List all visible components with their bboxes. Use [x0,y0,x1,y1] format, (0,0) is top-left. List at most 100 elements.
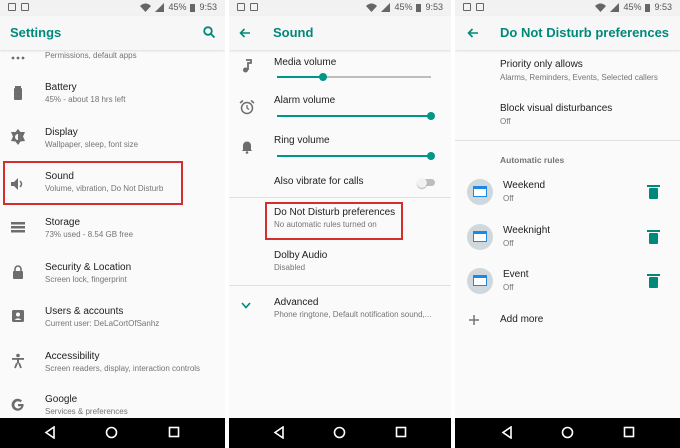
back-nav-icon[interactable] [273,426,285,439]
block-subtitle: Off [500,117,511,126]
status-bar: 45% 9:53 [229,0,451,16]
add-more-label: Add more [500,314,544,325]
settings-item-subtitle: Screen readers, display, interaction con… [45,364,201,373]
priority-subtitle: Alarms, Reminders, Events, Selected call… [500,73,658,82]
app-bar: Sound [229,16,451,50]
media-volume-fill [277,76,323,78]
delete-icon[interactable] [647,274,660,288]
chevron-down-icon [241,302,251,309]
settings-item-users[interactable]: Users & accounts Current user: DeLaCortO… [0,302,225,338]
list-item-partial[interactable]: Permissions, default apps [0,50,225,64]
plus-icon [469,315,479,325]
notification-icon [8,3,16,11]
clock: 9:53 [199,2,217,12]
ring-volume-slider[interactable] [427,152,435,160]
signal-icon [155,2,165,12]
ring-volume-label: Ring volume [274,135,330,146]
alarm-volume-fill [277,115,431,117]
settings-item-subtitle: 45% - about 18 hrs left [45,95,126,104]
rule-item-weeknight[interactable]: Weeknight Off [455,221,680,255]
app-bar: Settings [0,16,225,50]
delete-icon[interactable] [647,185,660,199]
advanced-title: Advanced [274,297,319,308]
clock: 9:53 [654,2,672,12]
settings-item-title: Users & accounts [45,306,124,317]
divider [229,285,451,286]
settings-item-title: Accessibility [45,351,100,362]
priority-only-item[interactable]: Priority only allows Alarms, Reminders, … [455,56,680,90]
vibrate-row[interactable]: Also vibrate for calls [229,172,451,194]
status-bar: 45% 9:53 [455,0,680,16]
battery-percent: 45% [623,2,642,12]
dolby-audio-item[interactable]: Dolby Audio Disabled [229,246,451,280]
delete-icon[interactable] [647,230,660,244]
media-volume-row: Media volume [229,56,451,86]
clock: 9:53 [425,2,443,12]
back-arrow-icon[interactable] [467,28,479,38]
home-nav-icon[interactable] [561,426,574,439]
back-nav-icon[interactable] [501,426,513,439]
settings-item-subtitle: 73% used - 8.54 GB free [45,230,134,239]
vibrate-toggle[interactable] [417,177,427,188]
battery-percent: 45% [168,2,187,12]
dnd-screen: 45% 9:53 Do Not Disturb preferences Prio… [455,0,680,448]
battery-percent: 45% [394,2,413,12]
priority-title: Priority only allows [500,59,583,70]
account-icon [10,308,26,324]
settings-item-security[interactable]: Security & Location Screen lock, fingerp… [0,258,225,294]
rule-item-event[interactable]: Event Off [455,265,680,299]
settings-item-storage[interactable]: Storage 73% used - 8.54 GB free [0,213,225,249]
recents-nav-icon[interactable] [623,426,635,438]
signal-icon [610,2,620,12]
media-volume-label: Media volume [274,57,337,68]
bell-icon [239,138,255,154]
page-title: Do Not Disturb preferences [500,25,670,40]
notification-icon [237,3,245,11]
rules-header: Automatic rules [500,155,565,165]
search-icon[interactable] [203,26,215,38]
block-title: Block visual disturbances [500,103,613,114]
app-bar: Do Not Disturb preferences [455,16,680,50]
google-icon [10,397,26,413]
status-bar: 45% 9:53 [0,0,225,16]
alarm-volume-slider[interactable] [427,112,435,120]
settings-item-title: Security & Location [45,262,132,273]
wifi-icon [366,3,378,12]
settings-item-subtitle: Services & preferences [45,407,128,416]
alarm-volume-label: Alarm volume [274,95,336,106]
vibrate-label: Also vibrate for calls [274,176,364,187]
dolby-subtitle: Disabled [274,263,306,272]
rule-name: Weekend [503,180,546,191]
back-nav-icon[interactable] [44,426,56,439]
battery-status-icon [190,3,196,12]
sound-screen: 45% 9:53 Sound Media volume Alarm volume [229,0,451,448]
brightness-icon [10,129,26,145]
signal-icon [381,2,391,12]
add-more-button[interactable]: Add more [455,310,680,332]
recents-nav-icon[interactable] [395,426,407,438]
notification-icon [476,3,484,11]
settings-item-title: Display [45,127,78,138]
rule-item-weekend[interactable]: Weekend Off [455,176,680,210]
alarm-volume-row: Alarm volume [229,94,451,124]
settings-item-accessibility[interactable]: Accessibility Screen readers, display, i… [0,347,225,383]
settings-item-subtitle: Wallpaper, sleep, font size [45,140,139,149]
advanced-item[interactable]: Advanced Phone ringtone, Default notific… [229,293,451,327]
nav-bar [229,418,451,448]
settings-item-battery[interactable]: Battery 45% - about 18 hrs left [0,78,225,114]
recents-nav-icon[interactable] [168,426,180,438]
accessibility-icon [10,353,26,369]
dolby-title: Dolby Audio [274,250,328,261]
home-nav-icon[interactable] [105,426,118,439]
block-visual-item[interactable]: Block visual disturbances Off [455,100,680,134]
apps-icon [10,48,26,64]
back-arrow-icon[interactable] [239,28,251,38]
divider [229,197,451,198]
settings-screen: 45% 9:53 Settings Permissions, default a… [0,0,225,448]
settings-item-display[interactable]: Display Wallpaper, sleep, font size [0,123,225,159]
media-volume-slider[interactable] [319,73,327,81]
settings-item-subtitle: Screen lock, fingerprint [45,275,127,284]
home-nav-icon[interactable] [333,426,346,439]
divider [455,140,680,141]
rule-name: Weeknight [503,225,551,236]
